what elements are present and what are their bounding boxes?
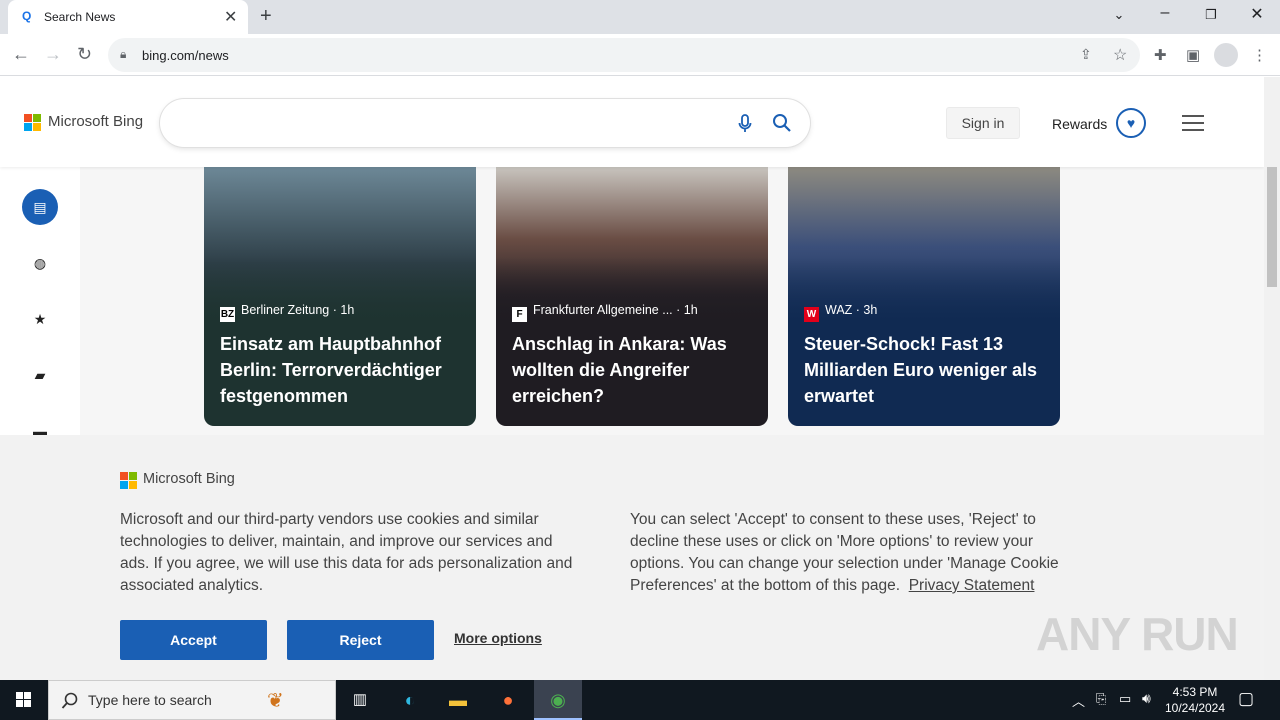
bing-header: Microsoft Bing Sign in Rewards ♥ <box>0 77 1264 167</box>
news-headline[interactable]: Steuer-Schock! Fast 13 Milliarden Euro w… <box>804 331 1049 409</box>
source-name: Berliner Zeitung <box>241 303 330 317</box>
notifications-icon[interactable]: ▢ <box>1238 689 1254 709</box>
news-card[interactable]: BZ Berliner Zeitung · 1h Einsatz am Haupt… <box>204 167 476 426</box>
clock-date: 10/24/2024 <box>1164 701 1226 715</box>
news-source: BZ Berliner Zeitung · 1h <box>220 303 354 322</box>
source-logo: BZ <box>220 307 235 322</box>
source-name: WAZ <box>825 303 853 317</box>
star-icon[interactable]: ★ <box>22 301 58 337</box>
windows-start-icon[interactable] <box>0 680 48 720</box>
source-name: Frankfurter Allgemeine ... <box>533 303 673 317</box>
clock-time: 4:53 PM <box>1172 685 1218 699</box>
show-hidden-icons-chevron-icon[interactable]: ︿ <box>1072 691 1085 710</box>
device-icon[interactable]: ⎘ <box>1096 691 1106 707</box>
globe-icon[interactable]: ◍ <box>22 245 58 281</box>
source-time: · 1h <box>676 303 698 317</box>
extensions-icon[interactable]: ✚ <box>1154 46 1167 64</box>
briefcase-icon[interactable]: ▰ <box>22 357 58 393</box>
logo-square-green <box>33 114 41 122</box>
tab-strip: Q Search News ✕ + ⌄ – ❐ ✕ <box>0 0 1280 34</box>
cookie-text-right: You can select 'Accept' to consent to th… <box>630 509 1070 597</box>
url-text: bing.com/news <box>142 48 229 63</box>
profile-avatar[interactable] <box>1214 43 1238 67</box>
more-options-link[interactable]: More options <box>454 630 542 646</box>
windows-taskbar: Type here to search ❦ ▥ ◐ ▬ ● ◉ ︿ ⎘ ▭ 🔊︎… <box>0 680 1280 720</box>
task-view-icon[interactable]: ▥ <box>336 680 384 720</box>
address-bar[interactable]: 🔒︎ bing.com/news ⇪ ☆ <box>108 38 1140 72</box>
forward-icon[interactable]: → <box>44 44 62 65</box>
news-icon[interactable]: ▤ <box>22 189 58 225</box>
anyrun-watermark: ANY RUN <box>1036 608 1239 660</box>
bookmark-star-icon[interactable]: ☆ <box>1113 45 1127 65</box>
news-card[interactable]: W WAZ · 3h Steuer-Schock! Fast 13 Milliar… <box>788 167 1060 426</box>
source-logo: W <box>804 307 819 322</box>
network-icon[interactable]: ▭ <box>1119 691 1131 707</box>
bing-search-favicon-icon: Q <box>22 9 32 23</box>
source-time: · 3h <box>855 303 878 317</box>
search-icon[interactable] <box>772 113 792 133</box>
logo-square-yellow <box>33 123 41 131</box>
hamburger-menu-icon[interactable] <box>1182 115 1204 136</box>
back-icon[interactable]: ← <box>12 44 30 65</box>
logo-square-yellow <box>129 481 137 489</box>
cookie-text-left: Microsoft and our third-party vendors us… <box>120 511 573 594</box>
logo-square-red <box>120 472 128 480</box>
edge-icon[interactable]: ◐ <box>386 680 434 720</box>
chrome-menu-icon[interactable]: ⋮ <box>1252 46 1267 64</box>
microphone-icon[interactable] <box>738 114 752 134</box>
taskbar-search-icon <box>61 692 78 709</box>
new-tab-icon[interactable]: + <box>260 5 272 28</box>
news-headline[interactable]: Anschlag in Ankara: Was wollten die Angr… <box>512 331 757 409</box>
logo-square-green <box>129 472 137 480</box>
cookie-brand-text: Microsoft Bing <box>143 471 235 487</box>
side-panel-icon[interactable]: ▣ <box>1186 46 1200 64</box>
close-tab-icon[interactable]: ✕ <box>224 7 237 27</box>
restore-icon[interactable]: ❐ <box>1196 7 1226 23</box>
file-explorer-icon[interactable]: ▬ <box>434 680 482 720</box>
rewards-label[interactable]: Rewards <box>1052 116 1107 132</box>
share-icon[interactable]: ⇪ <box>1080 46 1092 63</box>
volume-icon[interactable]: 🔊︎ <box>1142 690 1151 707</box>
accept-button[interactable]: Accept <box>120 620 267 660</box>
sign-in-button[interactable]: Sign in <box>946 107 1020 139</box>
logo-square-blue <box>24 123 32 131</box>
privacy-statement-link[interactable]: Privacy Statement <box>909 577 1035 594</box>
page-scrollbar[interactable] <box>1264 77 1280 680</box>
browser-toolbar: ← → ↻ 🔒︎ bing.com/news ⇪ ☆ ✚ ▣ ⋮ <box>0 34 1280 76</box>
news-source: W WAZ · 3h <box>804 303 877 322</box>
tab-search-news[interactable]: Q Search News ✕ <box>8 0 248 34</box>
news-card[interactable]: F Frankfurter Allgemeine ... · 1h Anschla… <box>496 167 768 426</box>
source-logo: F <box>512 307 527 322</box>
logo-square-blue <box>120 481 128 489</box>
news-source: F Frankfurter Allgemeine ... · 1h <box>512 303 698 322</box>
chrome-taskbar-icon[interactable]: ◉ <box>534 680 582 720</box>
bing-brand-text: Microsoft Bing <box>48 113 144 130</box>
taskbar-clock[interactable]: 4:53 PM 10/24/2024 <box>1160 684 1230 716</box>
close-window-icon[interactable]: ✕ <box>1242 4 1272 24</box>
tab-title: Search News <box>44 10 116 24</box>
tab-search-chevron-icon[interactable]: ⌄ <box>1104 7 1134 23</box>
minimize-icon[interactable]: – <box>1150 4 1180 22</box>
reject-button[interactable]: Reject <box>287 620 434 660</box>
source-time: · 1h <box>332 303 355 317</box>
reload-icon[interactable]: ↻ <box>77 44 92 65</box>
search-input[interactable] <box>160 99 810 147</box>
scrollbar-thumb[interactable] <box>1267 167 1277 287</box>
firefox-icon[interactable]: ● <box>484 680 532 720</box>
page-viewport: Microsoft Bing Sign in Rewards ♥ ▤ ◍ ★ ▰… <box>0 77 1264 680</box>
rewards-trophy-icon[interactable]: ♥ <box>1116 108 1146 138</box>
left-rail: ▤ ◍ ★ ▰ ▬ <box>0 167 80 439</box>
logo-square-red <box>24 114 32 122</box>
taskbar-search-placeholder: Type here to search <box>88 692 212 708</box>
news-headline[interactable]: Einsatz am Hauptbahnhof Berlin: Terrorve… <box>220 331 465 409</box>
taskbar-search-input[interactable]: Type here to search ❦ <box>48 680 336 720</box>
lock-icon: 🔒︎ <box>120 47 127 61</box>
autumn-leaves-icon: ❦ <box>267 690 284 712</box>
